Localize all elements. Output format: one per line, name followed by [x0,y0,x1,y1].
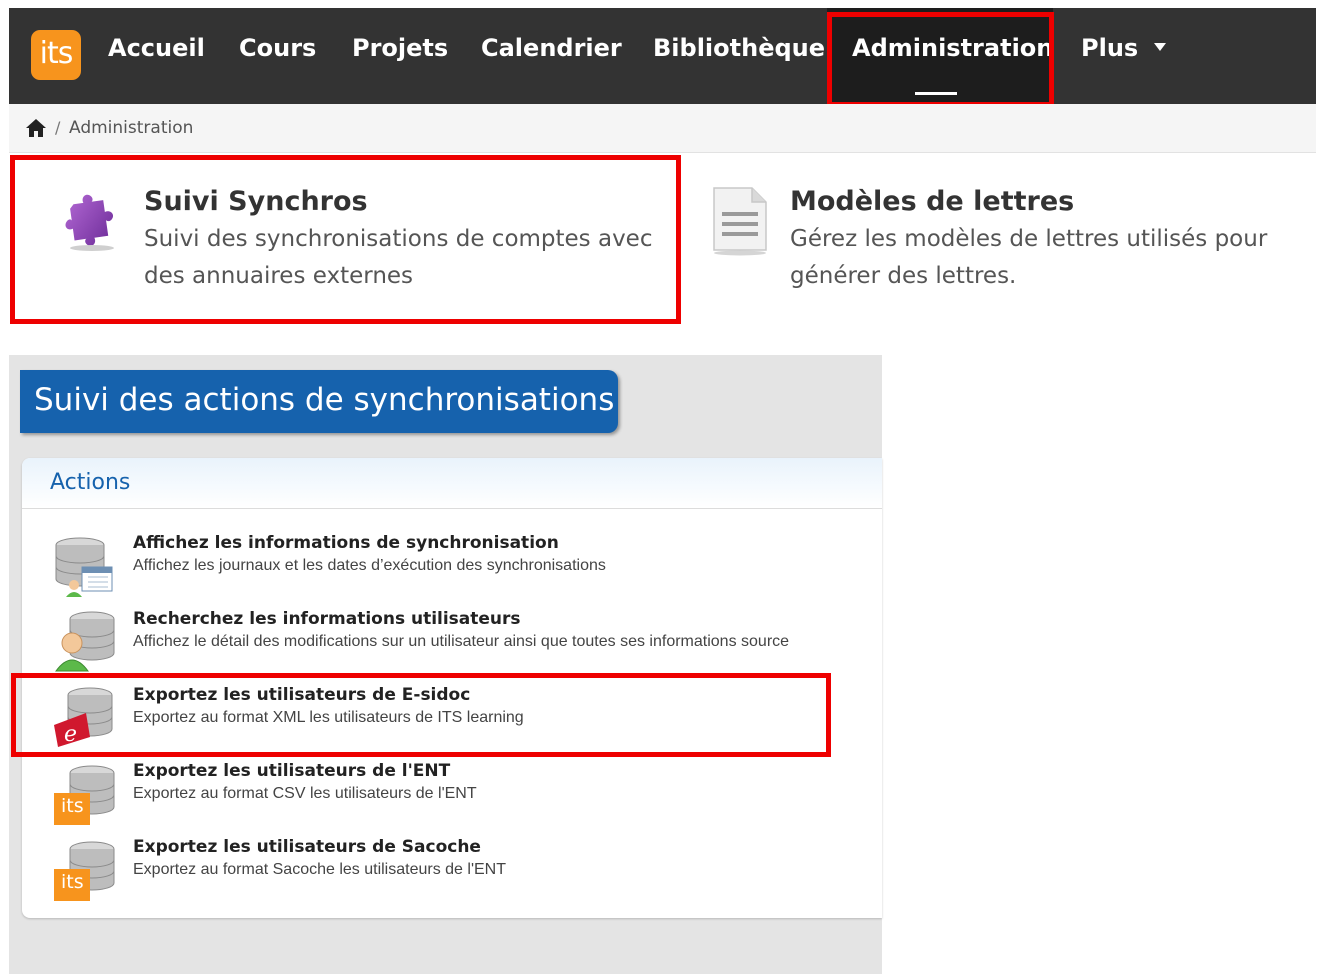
actions-title: Actions [50,470,131,495]
its-badge: its [61,871,84,893]
nav-item-bibliotheque[interactable]: Bibliothèque [653,28,825,68]
card-description: Suivi des synchronisations de comptes av… [144,221,652,295]
breadcrumb-current: Administration [69,118,194,138]
nav-item-plus-label: Plus [1081,34,1139,62]
card-description-line: des annuaires externes [144,263,414,289]
action-title: Affichez les informations de synchronisa… [133,533,559,553]
nav-item-plus[interactable]: Plus [1081,28,1167,68]
breadcrumb-separator: / [55,118,61,137]
action-title: Exportez les utilisateurs de E-sidoc [133,685,471,705]
card-title: Suivi Synchros [144,186,368,217]
action-title: Recherchez les informations utilisateurs [133,609,521,629]
action-description: Exportez au format Sacoche les utilisate… [133,861,506,878]
card-description-line: Gérez les modèles de lettres utilisés po… [790,226,1268,252]
svg-text:e: e [64,722,77,747]
breadcrumb: / Administration [9,104,1316,153]
card-description-line: Suivi des synchronisations de comptes av… [144,226,653,252]
nav-active-indicator [915,92,957,95]
card-description: Gérez les modèles de lettres utilisés po… [790,221,1267,295]
document-icon [713,187,767,256]
card-description-line: générer des lettres. [790,263,1017,289]
nav-item-cours[interactable]: Cours [239,28,316,68]
database-user-icon [55,611,115,672]
home-icon[interactable] [25,118,47,138]
action-title: Exportez les utilisateurs de l'ENT [133,761,451,781]
action-description: Affichez le détail des modifications sur… [133,633,790,650]
action-title: Exportez les utilisateurs de Sacoche [133,837,481,857]
sync-panel-header: Suivi des actions de synchronisations [20,370,618,433]
nav-item-accueil[interactable]: Accueil [108,28,205,68]
nav-item-projets[interactable]: Projets [352,28,448,68]
database-esidoc-icon: e [54,687,113,747]
puzzle-icon [65,194,114,251]
its-logo[interactable]: its [31,30,81,80]
nav-item-calendrier[interactable]: Calendrier [481,28,622,68]
database-calendar-icon [55,537,113,597]
card-title: Modèles de lettres [790,186,1075,217]
action-description: Exportez au format XML les utilisateurs … [133,709,524,726]
nav-item-administration[interactable]: Administration [852,28,1053,68]
its-badge: its [61,795,84,817]
actions-header: Actions [22,458,882,509]
caret-down-icon [1154,43,1167,51]
action-description: Affichez les journaux et les dates d’exé… [133,557,606,574]
action-description: Exportez au format CSV les utilisateurs … [133,785,477,802]
sync-panel-title: Suivi des actions de synchronisations [34,382,615,418]
